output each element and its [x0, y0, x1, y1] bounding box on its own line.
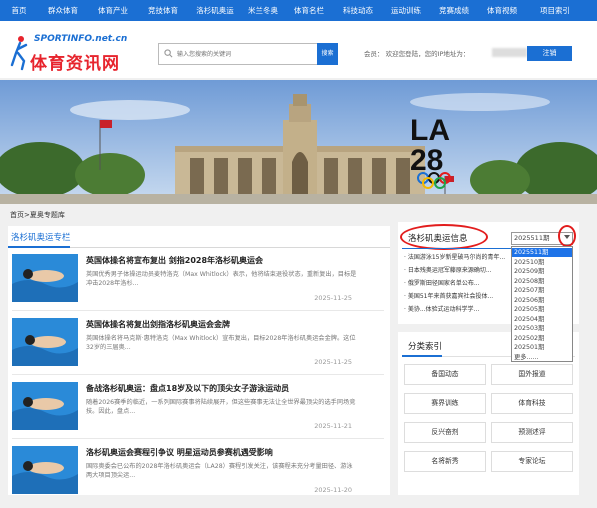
period-option[interactable]: 2025511期	[512, 248, 572, 257]
category-title: 分类索引	[408, 342, 443, 352]
nav-item[interactable]: 竞技体育	[138, 0, 188, 21]
news-date: 2025-11-20	[314, 486, 352, 494]
category-button[interactable]: 体育科技	[491, 393, 573, 414]
news-title[interactable]: 洛杉矶奥运会赛程引争议 明星运动员参赛机遇受影响	[86, 447, 273, 458]
news-date: 2025-11-25	[314, 358, 352, 366]
nav-item[interactable]: 米兰冬奥	[242, 0, 284, 21]
la28-logo-bottom: 28	[410, 144, 443, 177]
period-dropdown-list: 2025511期 202510期 202509期 202508期 202507期 2025…	[511, 246, 573, 362]
section-title[interactable]: 洛杉矶奥运专栏	[11, 231, 71, 243]
category-button[interactable]: 国外报道	[491, 364, 573, 385]
news-divider	[12, 310, 384, 311]
info-link[interactable]: · 美协...体验式运动科学学...	[404, 304, 512, 313]
member-welcome: 会员： 欢迎您登陆，您的IP地址为：	[364, 50, 470, 58]
search-input[interactable]	[177, 47, 312, 61]
period-option[interactable]: 202507期	[512, 286, 572, 295]
nav-item[interactable]: 竞赛成绩	[430, 0, 478, 21]
logout-button[interactable]: 注销	[527, 46, 572, 61]
period-option[interactable]: 更多......	[512, 353, 572, 362]
section-underline	[8, 246, 70, 248]
news-title[interactable]: 备战洛杉矶奥运：盘点18岁及以下的顶尖女子游泳运动员	[86, 383, 289, 394]
period-option[interactable]: 202504期	[512, 315, 572, 324]
news-item[interactable]: 备战洛杉矶奥运：盘点18岁及以下的顶尖女子游泳运动员 随着2026赛季的临近，一…	[12, 382, 384, 444]
sidebar: 洛杉矶奥运信息 · 法国游泳15岁新星破马尔尚的青年... · 日本残奥运冠军藤…	[398, 222, 579, 495]
period-option[interactable]: 202508期	[512, 277, 572, 286]
news-item[interactable]: 洛杉矶奥运会赛程引争议 明星运动员参赛机遇受影响 国际奥委会已公布的2028年洛…	[12, 446, 384, 508]
info-underline	[402, 248, 512, 249]
search-box	[158, 43, 336, 65]
period-option[interactable]: 202503期	[512, 324, 572, 333]
highlight-ellipse	[400, 224, 488, 250]
news-thumbnail[interactable]	[12, 318, 78, 366]
news-divider	[12, 438, 384, 439]
news-item[interactable]: 英国体操名将复出剑指洛杉矶奥运会金牌 英国体操名将马克斯·惠特洛克（Max Wh…	[12, 318, 384, 380]
category-button[interactable]: 备国动态	[404, 364, 486, 385]
top-nav: 首页 群众体育 体育产业 竞技体育 洛杉矶奥运 米兰冬奥 体育名栏 科技动态 运动训练 竞赛成绩体…	[0, 0, 597, 21]
period-option[interactable]: 202505期	[512, 305, 572, 314]
news-summary: 国际奥委会已公布的2028年洛杉矶奥运会（LA28）赛程引发关注，该赛程未充分考…	[86, 463, 353, 479]
news-summary: 英国体操名将马克斯·惠特洛克（Max Whitlock）宣布复出，目标2028年…	[86, 335, 356, 351]
ip-address-redacted	[492, 48, 527, 57]
category-button[interactable]: 赛界训练	[404, 393, 486, 414]
nav-item[interactable]: 体育产业	[88, 0, 138, 21]
breadcrumb[interactable]: 首页>夏奥专题库	[10, 210, 65, 220]
coliseum-illustration: LA 28	[0, 80, 597, 204]
news-thumbnail[interactable]	[12, 382, 78, 430]
news-summary: 随着2026赛季的临近，一系列国际赛事将陆续展开，但这些赛事无法让全世界最顶尖的…	[86, 399, 356, 415]
period-option[interactable]: 202506期	[512, 296, 572, 305]
news-summary: 英国优秀男子体操运动员麦特洛克（Max Whitlock）表示，他将结束退役状态…	[86, 271, 357, 287]
news-item[interactable]: 英国体操名将宣布复出 剑指2028年洛杉矶奥运会 英国优秀男子体操运动员麦特洛克…	[12, 254, 384, 316]
period-option[interactable]: 202509期	[512, 267, 572, 276]
la28-banner: LA 28	[0, 80, 597, 204]
runner-logo-icon	[10, 36, 28, 71]
search-button[interactable]: 搜索	[317, 43, 338, 65]
info-link[interactable]: · 美国51年来首获嘉宾社会投体...	[404, 291, 512, 300]
nav-item[interactable]: 群众体育	[38, 0, 88, 21]
news-thumbnail[interactable]	[12, 254, 78, 302]
news-date: 2025-11-25	[314, 294, 352, 302]
nav-item[interactable]: 项目索引	[526, 0, 584, 21]
period-option[interactable]: 202502期	[512, 334, 572, 343]
category-button[interactable]: 专家论坛	[491, 451, 573, 472]
news-title[interactable]: 英国体操名将宣布复出 剑指2028年洛杉矶奥运会	[86, 255, 263, 266]
nav-item[interactable]: 体育名栏	[284, 0, 334, 21]
period-option[interactable]: 202510期	[512, 258, 572, 267]
la28-logo-top: LA	[410, 114, 450, 147]
news-thumbnail[interactable]	[12, 446, 78, 494]
logo-domain: SPORTINFO.net.cn	[34, 34, 128, 44]
category-button[interactable]: 名将新秀	[404, 451, 486, 472]
news-date: 2025-11-21	[314, 422, 352, 430]
period-select-value: 2025511期	[514, 234, 550, 242]
nav-item[interactable]: 运动训练	[382, 0, 430, 21]
site-logo[interactable]: SPORTINFO.net.cn 体育资讯网	[10, 31, 130, 77]
nav-item[interactable]: 首页	[0, 0, 38, 21]
category-button[interactable]: 反兴奋剂	[404, 422, 486, 443]
search-icon	[164, 49, 173, 58]
news-column: 洛杉矶奥运专栏 英国体操名将宣布复出 剑指2028年洛杉矶奥运会 英国优秀男子体…	[8, 226, 390, 495]
logo-title: 体育资讯网	[30, 54, 120, 74]
period-option[interactable]: 202501期	[512, 343, 572, 352]
news-title[interactable]: 英国体操名将复出剑指洛杉矶奥运会金牌	[86, 319, 230, 330]
category-button[interactable]: 预测述评	[491, 422, 573, 443]
category-underline	[402, 355, 442, 357]
site-header: SPORTINFO.net.cn 体育资讯网 搜索 会员： 欢迎您登陆，您的IP…	[0, 21, 597, 78]
info-link[interactable]: · 俄罗斯田径国家名单公布...	[404, 278, 512, 287]
info-link[interactable]: · 日本残奥运冠军藤原来源确切...	[404, 265, 512, 274]
highlight-circle	[558, 225, 576, 247]
info-link[interactable]: · 法国游泳15岁新星破马尔尚的青年...	[404, 252, 512, 261]
nav-item[interactable]: 科技动态	[334, 0, 382, 21]
nav-item[interactable]: 体育视频	[478, 0, 526, 21]
news-divider	[12, 374, 384, 375]
nav-item[interactable]: 洛杉矶奥运	[188, 0, 242, 21]
